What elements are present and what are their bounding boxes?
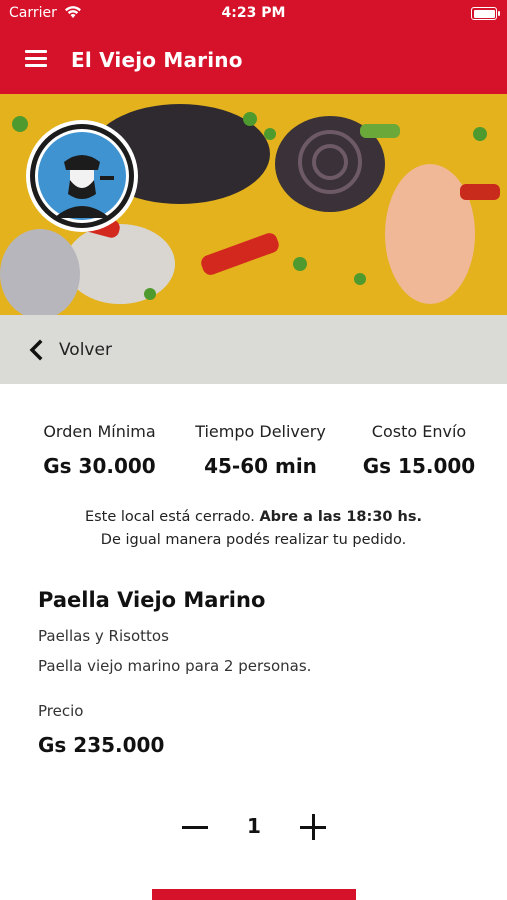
price-value: Gs 235.000 xyxy=(38,733,165,757)
delivery-cost-label: Costo Envío xyxy=(371,422,467,441)
restaurant-logo xyxy=(24,118,140,234)
closed-notice: Este local está cerrado. Abre a las 18:3… xyxy=(0,506,507,552)
nav-bar: El Viejo Marino xyxy=(0,26,507,94)
product-name: Paella Viejo Marino xyxy=(38,588,266,612)
plus-icon[interactable] xyxy=(299,813,327,841)
opening-time-text: Abre a las 18:30 hs. xyxy=(259,509,423,525)
order-anyway-text: De igual manera podés realizar tu pedido… xyxy=(100,532,407,548)
page-title: El Viejo Marino xyxy=(71,48,243,72)
delivery-time-info: Tiempo Delivery 45-60 min xyxy=(183,422,338,478)
product-category: Paellas y Risottos xyxy=(38,627,169,645)
status-bar: Carrier 4:23 PM xyxy=(0,0,507,26)
battery-icon xyxy=(471,7,500,20)
price-label: Precio xyxy=(38,702,84,720)
delivery-time-label: Tiempo Delivery xyxy=(195,422,326,441)
back-chevron-icon[interactable] xyxy=(27,339,45,361)
back-label[interactable]: Volver xyxy=(59,340,112,360)
min-order-info: Orden Mínima Gs 30.000 xyxy=(22,422,177,478)
product-description: Paella viejo marino para 2 personas. xyxy=(38,657,312,675)
closed-text: Este local está cerrado. xyxy=(84,509,255,525)
menu-icon[interactable] xyxy=(25,50,47,68)
min-order-label: Orden Mínima xyxy=(43,422,156,441)
minus-icon[interactable] xyxy=(181,813,209,841)
add-to-order-button[interactable] xyxy=(152,889,356,900)
delivery-cost-info: Costo Envío Gs 15.000 xyxy=(344,422,494,478)
delivery-time-value: 45-60 min xyxy=(204,454,317,478)
quantity-value: 1 xyxy=(247,814,261,838)
delivery-cost-value: Gs 15.000 xyxy=(362,454,476,478)
back-bar[interactable]: Volver xyxy=(0,315,507,384)
status-time: 4:23 PM xyxy=(221,5,286,21)
min-order-value: Gs 30.000 xyxy=(43,454,156,478)
